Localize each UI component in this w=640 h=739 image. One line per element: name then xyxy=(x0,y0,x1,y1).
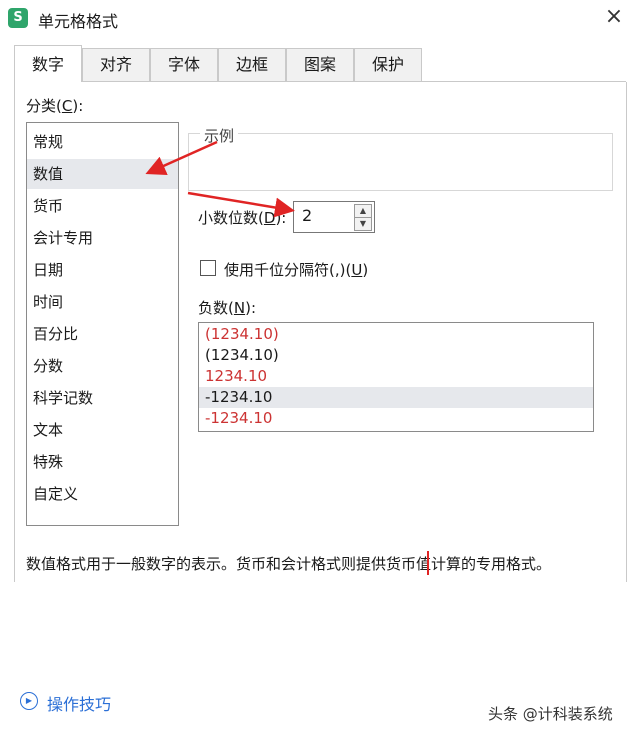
category-item-text[interactable]: 文本 xyxy=(27,415,178,445)
watermark: 头条 @计科装系统 xyxy=(488,705,613,723)
decimal-places-value[interactable]: 2 xyxy=(302,206,312,225)
category-label: 分类(C): xyxy=(26,97,84,115)
category-item-percentage[interactable]: 百分比 xyxy=(27,319,178,349)
tab-pattern[interactable]: 图案 xyxy=(286,48,354,81)
tab-number[interactable]: 数字 xyxy=(14,45,82,82)
tab-border[interactable]: 边框 xyxy=(218,48,286,81)
spin-down-icon[interactable]: ▼ xyxy=(354,217,372,231)
category-item-special[interactable]: 特殊 xyxy=(27,447,178,477)
negative-option-red-minus[interactable]: -1234.10 xyxy=(199,408,593,429)
decimal-places-spinner[interactable]: 2 ▲ ▼ xyxy=(293,201,375,233)
wps-logo-icon: S xyxy=(8,8,28,28)
category-list[interactable]: 常规 数值 货币 会计专用 日期 时间 百分比 分数 科学记数 文本 特殊 自定… xyxy=(26,122,179,526)
negative-numbers-list[interactable]: (1234.10) (1234.10) 1234.10 -1234.10 -12… xyxy=(198,322,594,432)
negative-option-red-parentheses[interactable]: (1234.10) xyxy=(199,324,593,345)
category-item-number[interactable]: 数值 xyxy=(27,159,178,189)
close-button[interactable]: × xyxy=(600,4,628,30)
tips-link[interactable]: 操作技巧 xyxy=(47,691,111,715)
category-item-general[interactable]: 常规 xyxy=(27,127,178,157)
thousands-separator-checkbox[interactable] xyxy=(200,260,216,276)
sample-label: 示例 xyxy=(200,125,239,146)
sample-preview-box xyxy=(188,133,613,191)
negative-numbers-label: 负数(N): xyxy=(198,299,257,317)
dialog-title: 单元格格式 xyxy=(38,12,119,31)
category-item-fraction[interactable]: 分数 xyxy=(27,351,178,381)
negative-option-minus[interactable]: -1234.10 xyxy=(199,387,593,408)
thousands-separator-label: 使用千位分隔符(,)(U) xyxy=(224,261,369,279)
spin-up-icon[interactable]: ▲ xyxy=(354,204,372,218)
category-item-date[interactable]: 日期 xyxy=(27,255,178,285)
category-item-scientific[interactable]: 科学记数 xyxy=(27,383,178,413)
play-icon[interactable]: ▶ xyxy=(20,692,38,710)
category-item-custom[interactable]: 自定义 xyxy=(27,479,178,509)
category-item-time[interactable]: 时间 xyxy=(27,287,178,317)
tab-font[interactable]: 字体 xyxy=(150,48,218,81)
category-item-accounting[interactable]: 会计专用 xyxy=(27,223,178,253)
negative-option-parentheses[interactable]: (1234.10) xyxy=(199,345,593,366)
format-description: 数值格式用于一般数字的表示。货币和会计格式则提供货币值计算的专用格式。 xyxy=(26,555,552,573)
category-item-currency[interactable]: 货币 xyxy=(27,191,178,221)
negative-option-red[interactable]: 1234.10 xyxy=(199,366,593,387)
title-bar: S 单元格格式 × xyxy=(0,0,640,34)
tab-alignment[interactable]: 对齐 xyxy=(82,48,150,81)
tab-protection[interactable]: 保护 xyxy=(354,48,422,81)
decimal-places-label: 小数位数(D): xyxy=(198,209,287,227)
